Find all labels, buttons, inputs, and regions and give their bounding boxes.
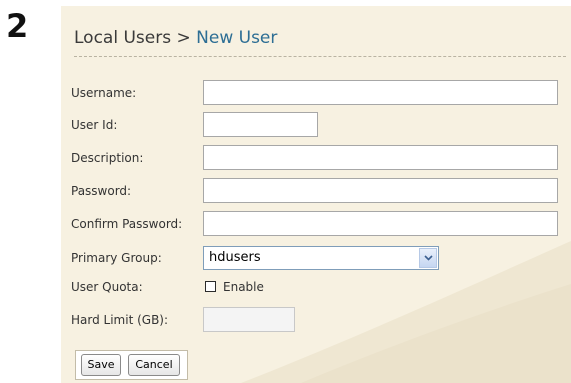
password-input[interactable] <box>203 178 558 203</box>
save-button[interactable]: Save <box>81 354 121 376</box>
breadcrumb-separator: > <box>176 28 191 48</box>
step-number: 2 <box>6 7 29 45</box>
breadcrumb-local-users[interactable]: Local Users <box>74 28 171 48</box>
password-label: Password: <box>71 184 132 198</box>
user-quota-enable-label[interactable]: Enable <box>223 275 264 299</box>
form-actions: Save Cancel <box>75 350 188 380</box>
dropdown-arrow-button[interactable] <box>419 248 437 268</box>
username-input[interactable] <box>203 80 558 105</box>
confirm-password-input[interactable] <box>203 211 558 236</box>
confirm-password-label: Confirm Password: <box>71 217 183 231</box>
username-label: Username: <box>71 86 137 100</box>
new-user-panel: Local Users > New User Username: User Id… <box>61 6 571 383</box>
cancel-button[interactable]: Cancel <box>128 354 180 376</box>
hard-limit-input[interactable] <box>203 307 295 332</box>
breadcrumb: Local Users > New User <box>74 28 277 48</box>
primary-group-value: hdusers <box>209 250 261 265</box>
user-quota-label: User Quota: <box>71 280 143 294</box>
breadcrumb-new-user: New User <box>196 28 278 48</box>
user-id-label: User Id: <box>71 118 118 132</box>
hard-limit-label: Hard Limit (GB): <box>71 313 169 327</box>
page-header: Local Users > New User <box>74 16 566 57</box>
user-id-input[interactable] <box>203 112 318 137</box>
description-label: Description: <box>71 151 144 165</box>
description-input[interactable] <box>203 145 558 170</box>
primary-group-select[interactable]: hdusers <box>203 246 439 270</box>
primary-group-label: Primary Group: <box>71 251 162 265</box>
user-quota-enable-checkbox[interactable] <box>205 281 216 292</box>
chevron-down-icon <box>424 255 433 261</box>
